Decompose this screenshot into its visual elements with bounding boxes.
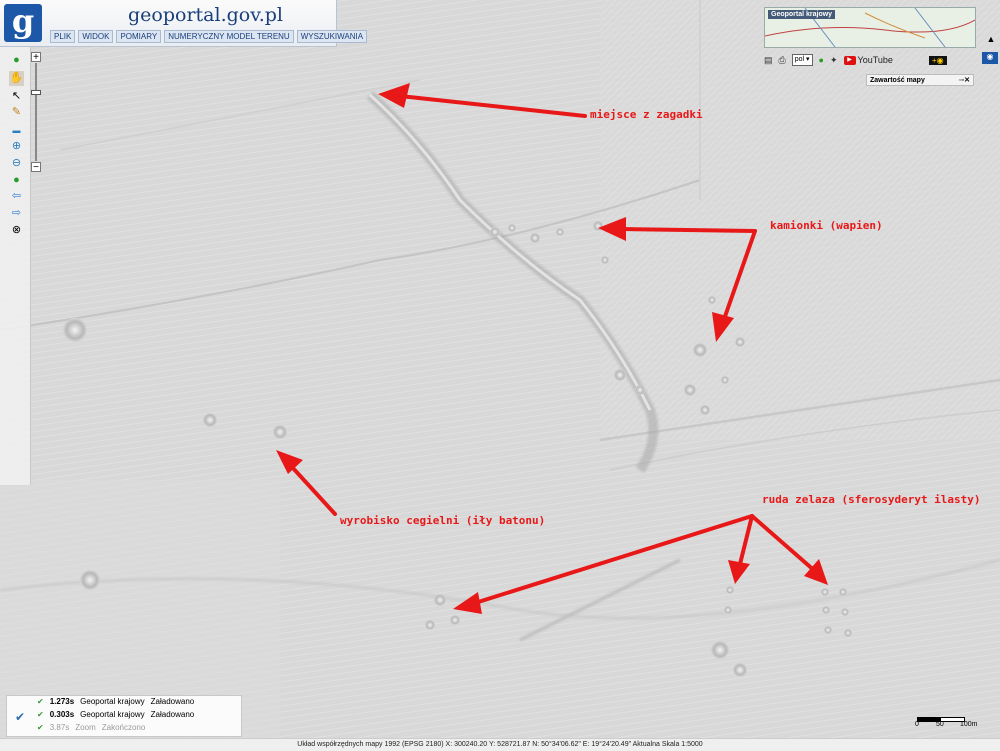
youtube-play-icon: ▶ (843, 55, 856, 65)
measure-ruler-icon[interactable]: ▬ (9, 123, 24, 138)
check-icon: ✔ (37, 723, 44, 732)
status-row: ✔ 3.87s Zoom Zakończono (37, 723, 145, 735)
annotation-puzzle-site: miejsce z zagadki (590, 108, 703, 121)
top-tools-row: ▤ ⎙ pol ▾ ● ✦ ▶ YouTube +◉ (764, 52, 947, 68)
info-icon[interactable]: ● (9, 53, 24, 68)
globe-icon[interactable]: ● (9, 173, 24, 188)
status-service: Geoportal krajowy (80, 710, 145, 719)
scale-label: 0 (915, 721, 919, 728)
geoportal-logo[interactable]: g (4, 4, 42, 42)
eye-icon[interactable]: ◉ (982, 52, 998, 64)
coordinate-status-bar: Układ współrzędnych mapy 1992 (EPSG 2180… (0, 738, 1000, 751)
pan-hand-icon[interactable]: ✋ (9, 71, 24, 86)
menu-wyszukiwania[interactable]: WYSZUKIWANIA (296, 30, 368, 43)
help-icon[interactable]: ● (819, 55, 824, 65)
annotation-limestone: kamionki (wapien) (770, 219, 883, 232)
zoom-in-icon[interactable]: ⊕ (9, 139, 24, 154)
status-time: 1.273s (49, 697, 75, 706)
status-state: Zakończono (101, 723, 146, 732)
youtube-link[interactable]: ▶ YouTube (843, 55, 893, 65)
pencil-icon[interactable]: ✎ (9, 105, 24, 120)
status-row: ✔ 1.273s Geoportal krajowy Załadowano (37, 697, 194, 709)
print-icon[interactable]: ⎙ (779, 55, 786, 66)
check-icon: ✔ (37, 710, 44, 719)
check-icon: ✔ (15, 710, 26, 724)
zoom-plus-button[interactable]: + (31, 52, 41, 63)
youtube-label: YouTube (857, 55, 893, 65)
status-time: 0.303s (49, 710, 75, 719)
pointer-arrow-icon[interactable]: ↖ (9, 89, 24, 104)
layer-button-label: Zawartość mapy (870, 77, 925, 84)
main-menu: PLIK WIDOK POMIARY NUMERYCZNY MODEL TERE… (50, 30, 368, 43)
app-header: g geoportal.gov.pl PLIK WIDOK POMIARY NU… (0, 0, 368, 47)
share-icon[interactable]: ✦ (830, 55, 838, 66)
layer-contents-button[interactable]: Zawartość mapy ▫▫✕ (866, 74, 974, 86)
loading-status-panel: ✔ ✔ 1.273s Geoportal krajowy Załadowano … (6, 695, 242, 737)
zoom-track (35, 63, 37, 161)
window-controls-icon[interactable]: ▫▫✕ (959, 75, 970, 87)
map-toolbar: ● ✋ ↖ ✎ ▬ ⊕ ⊖ ● ⇦ ⇨ ⊗ (0, 47, 31, 485)
status-service: Geoportal krajowy (80, 697, 145, 706)
check-icon: ✔ (37, 697, 44, 706)
zoom-minus-button[interactable]: − (31, 162, 41, 173)
back-arrow-icon[interactable]: ⇦ (9, 189, 24, 204)
status-service: Zoom (75, 723, 96, 732)
hillshade-map[interactable] (0, 0, 1000, 750)
menu-nmt[interactable]: NUMERYCZNY MODEL TERENU (164, 30, 294, 43)
scale-label: 50 (936, 721, 944, 728)
logo-letter: g (11, 2, 35, 40)
language-select[interactable]: pol ▾ (791, 54, 813, 66)
overview-minimap[interactable]: Geoportal krajowy (764, 7, 976, 48)
menu-plik[interactable]: PLIK (50, 30, 76, 43)
language-value: pol (794, 56, 805, 63)
status-state: Załadowano (150, 697, 195, 706)
collapse-arrow-icon[interactable]: ▲ (982, 34, 1000, 44)
status-state: Załadowano (150, 710, 195, 719)
annotation-iron-ore: ruda zelaza (sferosyderyt ilasty) (762, 493, 981, 506)
document-icon[interactable]: ▤ (764, 55, 773, 66)
scale-label: 100m (960, 721, 978, 728)
minimap-label: Geoportal krajowy (768, 10, 836, 19)
status-time: 3.87s (49, 723, 70, 732)
zoom-thumb[interactable] (31, 90, 41, 95)
menu-pomiary[interactable]: POMIARY (116, 30, 162, 43)
annotation-brickyard: wyrobisko cegielni (iły batonu) (340, 514, 546, 527)
menu-widok[interactable]: WIDOK (78, 30, 114, 43)
side-buttons: ▲ ◉ (982, 34, 1000, 64)
status-row: ✔ 0.303s Geoportal krajowy Załadowano (37, 710, 194, 722)
scale-bar: 0 50 100m (912, 714, 984, 728)
zoom-out-icon[interactable]: ⊖ (9, 156, 24, 171)
zoom-slider[interactable]: + − (31, 52, 41, 174)
site-title: geoportal.gov.pl (128, 4, 283, 26)
accessibility-icon[interactable]: +◉ (928, 55, 947, 65)
forward-arrow-icon[interactable]: ⇨ (9, 206, 24, 221)
clear-icon[interactable]: ⊗ (9, 223, 24, 238)
